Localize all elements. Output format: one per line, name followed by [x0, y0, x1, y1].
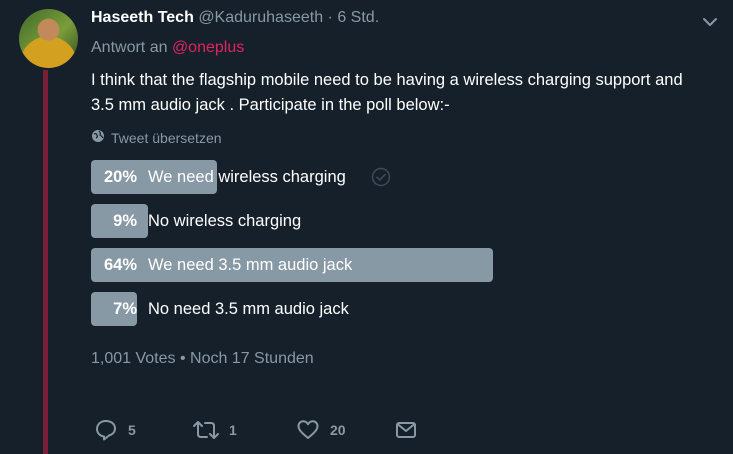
reply-button[interactable]: 5: [94, 416, 136, 444]
separator: ·: [327, 9, 333, 26]
poll-option-label: We need wireless charging: [148, 168, 346, 186]
chevron-down-icon[interactable]: [700, 12, 720, 32]
direct-message-button[interactable]: [395, 416, 417, 444]
poll-percent: 9%: [113, 212, 137, 230]
globe-icon: [91, 129, 105, 146]
poll-option: 7% No need 3.5 mm audio jack: [91, 292, 551, 326]
tweet-header: Haseeth Tech @Kaduruhaseeth · 6 Std.: [91, 9, 379, 27]
poll-percent: 20%: [103, 168, 137, 186]
translate-label: Tweet übersetzen: [111, 129, 222, 146]
tweet[interactable]: Haseeth Tech @Kaduruhaseeth · 6 Std. Ant…: [0, 0, 733, 454]
retweet-button[interactable]: 1: [193, 416, 237, 444]
check-circle-icon: [371, 167, 391, 187]
dm-icon: [395, 419, 417, 441]
display-name[interactable]: Haseeth Tech: [91, 9, 194, 26]
timestamp[interactable]: 6 Std.: [337, 9, 379, 26]
poll-meta: 1,001 Votes • Noch 17 Stunden: [91, 350, 314, 367]
user-handle[interactable]: @Kaduruhaseeth: [198, 9, 323, 26]
poll-option-label: No need 3.5 mm audio jack: [148, 300, 349, 318]
thread-line: [43, 70, 48, 454]
poll-option-label: No wireless charging: [148, 212, 302, 230]
action-bar: 5 1 20: [0, 416, 733, 444]
like-icon: [296, 418, 320, 442]
poll-option: 64% We need 3.5 mm audio jack: [91, 248, 551, 282]
poll-percent: 64%: [103, 256, 137, 274]
poll-option: 9% No wireless charging: [91, 204, 551, 238]
poll-option: 20% We need wireless charging: [91, 160, 551, 194]
translate-link[interactable]: Tweet übersetzen: [91, 129, 222, 146]
tweet-text: I think that the flagship mobile need to…: [91, 71, 683, 114]
poll-option-label: We need 3.5 mm audio jack: [148, 256, 353, 274]
reply-context: Antwort an @oneplus: [91, 39, 244, 57]
like-button[interactable]: 20: [296, 416, 346, 444]
reply-prefix: Antwort an: [91, 39, 168, 56]
avatar[interactable]: [19, 9, 78, 68]
reply-icon: [94, 418, 118, 442]
retweet-count: 1: [229, 422, 237, 438]
poll-percent: 7%: [113, 300, 137, 318]
reply-count: 5: [128, 422, 136, 438]
retweet-icon: [193, 418, 219, 442]
like-count: 20: [330, 422, 346, 438]
reply-mention-link[interactable]: @oneplus: [172, 39, 244, 56]
